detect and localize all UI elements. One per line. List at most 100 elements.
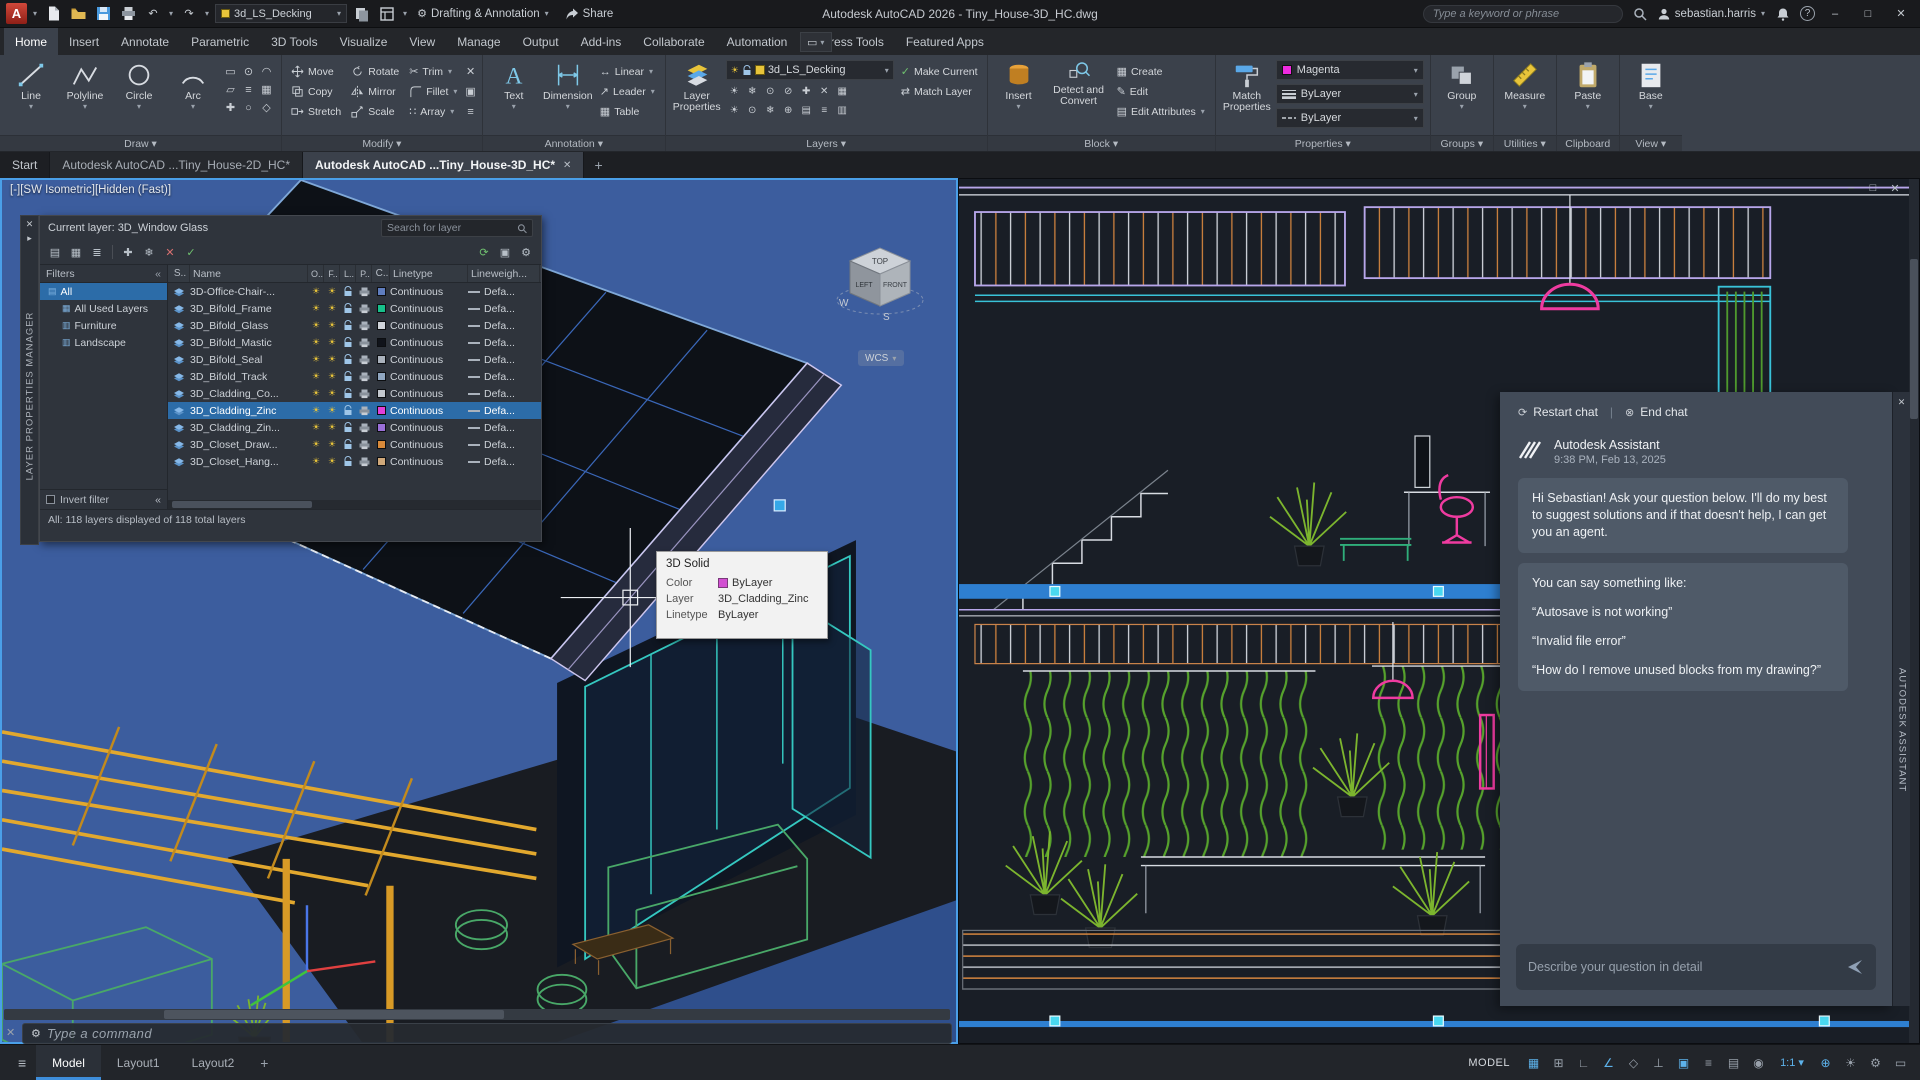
layer-tool-icon[interactable]: ▤: [798, 102, 815, 118]
layer-freeze-icon[interactable]: ☀: [324, 422, 340, 433]
status-toggle-icon[interactable]: ▭: [1889, 1051, 1912, 1074]
commandline-close-icon[interactable]: ✕: [6, 1026, 15, 1039]
command-line[interactable]: ⚙: [22, 1023, 952, 1044]
save-icon[interactable]: [93, 4, 113, 24]
palette-close-icon[interactable]: ✕: [21, 219, 38, 230]
viewcube[interactable]: TOP LEFT FRONT W S: [835, 238, 925, 322]
layer-plot-icon[interactable]: [356, 440, 372, 450]
commandline-customize-icon[interactable]: ⚙: [31, 1027, 41, 1040]
status-toggle-icon[interactable]: ∟: [1572, 1051, 1595, 1074]
file-tab-2d[interactable]: Autodesk AutoCAD ...Tiny_House-2D_HC*: [50, 152, 303, 178]
ribbon-tab[interactable]: Insert: [58, 28, 110, 55]
layer-lineweight[interactable]: Defa...: [468, 405, 540, 417]
plot-icon[interactable]: [118, 4, 138, 24]
file-tab-start[interactable]: Start: [0, 152, 50, 178]
help-icon[interactable]: ?: [1800, 6, 1815, 21]
layer-row[interactable]: 3D-Office-Chair-... ☀ ☀ Conti: [168, 283, 541, 300]
linetype-combo[interactable]: ByLayer ▾: [1276, 108, 1424, 128]
stretch-button[interactable]: Stretch: [288, 102, 344, 121]
draw-tool-icon[interactable]: ⊙: [240, 63, 257, 80]
layer-lineweight[interactable]: Defa...: [468, 354, 540, 366]
layer-lock-icon[interactable]: [340, 439, 356, 450]
layer-on-icon[interactable]: ☀: [308, 320, 324, 331]
draw-tool-icon[interactable]: ◠: [258, 63, 275, 80]
ribbon-tab[interactable]: Add-ins: [570, 28, 633, 55]
color-combo[interactable]: Magenta ▾: [1276, 60, 1424, 80]
create-block-button[interactable]: ▦ Create: [1114, 62, 1209, 81]
new-layout-button[interactable]: +: [250, 1045, 278, 1080]
modify-tool-icon[interactable]: ▣: [465, 82, 475, 101]
layer-linetype[interactable]: Continuous: [390, 422, 468, 434]
layer-freeze-icon[interactable]: ☀: [324, 388, 340, 399]
layer-freeze-icon[interactable]: ☀: [324, 320, 340, 331]
user-account[interactable]: sebastian.harris ▾: [1657, 7, 1766, 21]
paste-button[interactable]: Paste▾: [1563, 58, 1613, 110]
layer-tool-icon[interactable]: ⊙: [744, 102, 761, 118]
layer-tool-icon[interactable]: ☀: [726, 102, 743, 118]
filter-tree-item[interactable]: ▦ All Used Layers: [40, 300, 167, 317]
layer-row[interactable]: 3D_Cladding_Zinc ☀ ☀ Continuo: [168, 402, 541, 419]
layer-color-chip[interactable]: [372, 423, 390, 432]
filter-tree-item[interactable]: ▤ All: [40, 283, 167, 300]
vertical-scrollbar[interactable]: [1909, 179, 1919, 1043]
layer-freeze-icon[interactable]: ☀: [324, 286, 340, 297]
send-icon[interactable]: [1846, 958, 1864, 976]
layer-lock-icon[interactable]: [340, 320, 356, 331]
command-input[interactable]: [47, 1026, 943, 1041]
layer-tool-icon[interactable]: ≡: [816, 102, 833, 118]
layer-linetype[interactable]: Continuous: [390, 405, 468, 417]
modify-tool-icon[interactable]: ✕: [465, 62, 475, 81]
layer-plot-icon[interactable]: [356, 338, 372, 348]
circle-button[interactable]: Circle▾: [114, 58, 164, 110]
layer-freeze-icon[interactable]: ☀: [324, 337, 340, 348]
layer-color-chip[interactable]: [372, 338, 390, 347]
layer-color-chip[interactable]: [372, 372, 390, 381]
panel-label-clipboard[interactable]: Clipboard: [1557, 135, 1619, 151]
layer-properties-button[interactable]: Layer Properties: [672, 58, 722, 113]
status-toggle-icon[interactable]: ⊥: [1647, 1051, 1670, 1074]
layer-linetype[interactable]: Continuous: [390, 456, 468, 468]
panel-label-block[interactable]: Block ▾: [988, 135, 1215, 151]
ribbon-tab[interactable]: Manage: [446, 28, 511, 55]
draw-tool-icon[interactable]: ◇: [258, 99, 275, 116]
layer-tool-icon[interactable]: ❄: [762, 102, 779, 118]
scale-button[interactable]: Scale: [348, 102, 402, 121]
trim-button[interactable]: ✂ Trim▾: [406, 62, 461, 81]
layer-freeze-icon[interactable]: ☀: [324, 354, 340, 365]
workspace-combo[interactable]: ⚙ Drafting & Annotation ▾: [413, 7, 554, 20]
panel-label-modify[interactable]: Modify ▾: [282, 135, 482, 151]
layer-lock-icon[interactable]: [340, 388, 356, 399]
layer-freeze-icon[interactable]: ☀: [324, 405, 340, 416]
layer-tool-icon[interactable]: ❄: [744, 83, 761, 99]
make-current-button[interactable]: ✓ Make Current: [898, 62, 981, 81]
layer-linetype[interactable]: Continuous: [390, 439, 468, 451]
layer-on-icon[interactable]: ☀: [308, 354, 324, 365]
col-status[interactable]: S..: [168, 265, 190, 282]
invert-filter-checkbox[interactable]: [46, 495, 55, 504]
status-toggle-icon[interactable]: ⊕: [1814, 1051, 1837, 1074]
layer-on-icon[interactable]: ☀: [308, 286, 324, 297]
layer-lock-icon[interactable]: [340, 303, 356, 314]
layer-linetype[interactable]: Continuous: [390, 354, 468, 366]
wcs-selector[interactable]: WCS ▾: [858, 350, 904, 366]
layer-linetype[interactable]: Continuous: [390, 320, 468, 332]
layer-plot-icon[interactable]: [356, 287, 372, 297]
draw-tool-icon[interactable]: ▦: [258, 81, 275, 98]
text-button[interactable]: A Text▾: [489, 58, 539, 110]
ribbon-tab[interactable]: Annotate: [110, 28, 180, 55]
lineweight-combo[interactable]: ByLayer ▾: [1276, 84, 1424, 104]
palette-toolbar-icon[interactable]: ⟳: [475, 243, 493, 261]
col-lock[interactable]: L..: [340, 265, 356, 282]
layer-on-icon[interactable]: ☀: [308, 303, 324, 314]
ribbon-tab[interactable]: Parametric: [180, 28, 260, 55]
ribbon-tab[interactable]: Collaborate: [632, 28, 715, 55]
collapse-pane-icon[interactable]: «: [155, 494, 161, 506]
palette-toolbar-icon[interactable]: ⚙: [517, 243, 535, 261]
ribbon-display-toggle[interactable]: ▭ ▾: [800, 32, 832, 52]
layer-lock-icon[interactable]: [340, 371, 356, 382]
layout-tab[interactable]: Layout1: [101, 1045, 176, 1080]
edit-attributes-button[interactable]: ▤ Edit Attributes▾: [1114, 102, 1209, 121]
layer-plot-icon[interactable]: [356, 423, 372, 433]
insert-button[interactable]: Insert▾: [994, 58, 1044, 110]
array-button[interactable]: ∷ Array▾: [406, 102, 461, 121]
